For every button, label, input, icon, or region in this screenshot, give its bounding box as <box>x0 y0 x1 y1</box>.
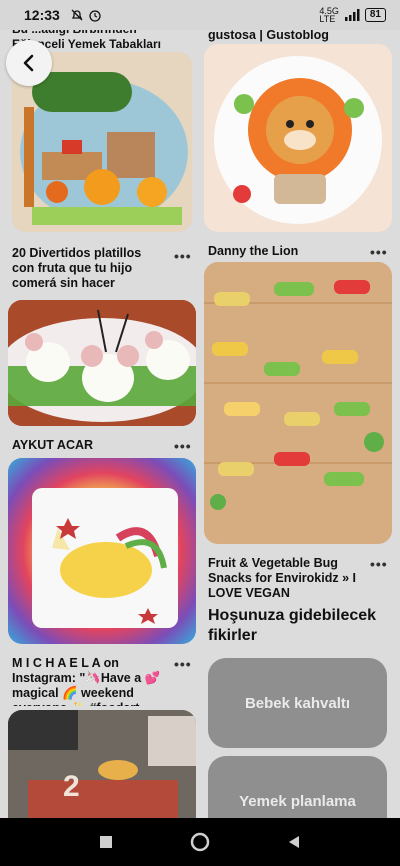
pin-4-more-button[interactable]: ••• <box>370 244 388 260</box>
pin-feed[interactable]: Bu ...adigi Birbirinden Eğlenceli Yemek … <box>0 30 400 818</box>
pin-3-more-button[interactable]: ••• <box>174 248 192 264</box>
pin-5-more-button[interactable]: ••• <box>174 438 192 454</box>
pin-7-caption[interactable]: M I C H A E L A on Instagram: "🦄Have a 💕… <box>12 656 168 706</box>
status-right: 4.5G LTE 81 <box>319 6 386 24</box>
signal-icon <box>344 9 360 21</box>
idea-button-yemek-planlama[interactable]: Yemek planlama <box>208 756 387 818</box>
pin-2-image[interactable] <box>204 44 392 232</box>
system-nav-bar <box>0 818 400 866</box>
alarm-icon <box>89 10 101 22</box>
back-button[interactable] <box>6 40 52 86</box>
ideas-heading: Hoşunuza gidebilecek fikirler <box>208 607 377 644</box>
status-bar: 12:33 4.5G LTE 81 <box>0 0 400 30</box>
status-time: 12:33 <box>24 7 60 23</box>
network-label: 4.5G LTE <box>319 6 339 24</box>
nav-home-icon[interactable] <box>189 831 211 853</box>
pin-6-image[interactable] <box>204 262 392 544</box>
pin-5-image[interactable] <box>8 458 196 644</box>
pin-3-image[interactable] <box>8 300 196 426</box>
pin-3-caption[interactable]: 20 Divertidos platillos con fruta que tu… <box>12 246 167 292</box>
back-arrow-icon <box>23 54 34 72</box>
pin-4-caption[interactable]: Danny the Lion <box>208 244 358 260</box>
nav-recents-icon[interactable] <box>98 834 114 850</box>
pin-8-image[interactable]: 2 <box>8 710 196 818</box>
nav-back-icon[interactable] <box>286 834 302 850</box>
pin-6-more-button[interactable]: ••• <box>370 556 388 572</box>
mute-icon <box>71 9 83 21</box>
pin-6-caption[interactable]: Fruit & Vegetable Bug Snacks for Envirok… <box>208 556 368 602</box>
svg-text:2: 2 <box>63 770 80 803</box>
pin-2-caption[interactable]: gustosa | Gustoblog <box>208 30 386 44</box>
pin-5-caption[interactable]: AYKUT ACAR <box>12 438 162 454</box>
pin-7-more-button[interactable]: ••• <box>174 656 192 672</box>
idea-button-bebek-kahvalti[interactable]: Bebek kahvaltı <box>208 658 387 748</box>
battery-icon: 81 <box>364 8 386 22</box>
